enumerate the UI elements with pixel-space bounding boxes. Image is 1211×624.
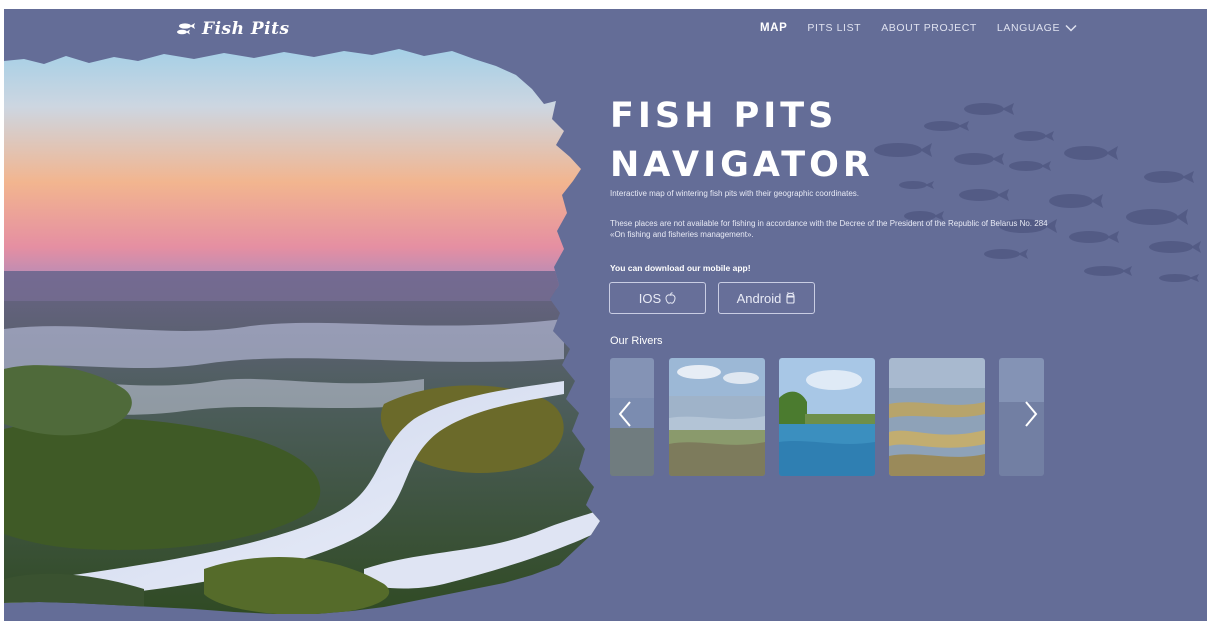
page-frame: Fish Pits MAP PITS LIST ABOUT PROJECT LA… <box>4 9 1207 621</box>
chevron-right-icon <box>1025 401 1038 427</box>
rivers-carousel <box>610 358 1044 476</box>
nav-about-project[interactable]: ABOUT PROJECT <box>881 22 977 34</box>
nav-language-dropdown[interactable]: LANGUAGE <box>997 22 1077 34</box>
main-nav: MAP PITS LIST ABOUT PROJECT LANGUAGE <box>760 22 1077 34</box>
river-thumbnail-icon <box>779 358 875 476</box>
fish-school-illustration <box>874 103 1201 282</box>
chevron-down-icon <box>1065 24 1077 32</box>
logo-text: Fish Pits <box>202 19 290 39</box>
fishing-notice: These places are not available for fishi… <box>610 219 1048 239</box>
river-card-active[interactable] <box>779 358 875 476</box>
download-app-label: You can download our mobile app! <box>610 263 751 273</box>
hero-title: FISH PITS NAVIGATOR <box>610 92 874 190</box>
river-card[interactable] <box>889 358 985 476</box>
hero-title-line1: FISH PITS <box>610 96 838 136</box>
apple-icon <box>665 292 676 304</box>
river-card[interactable] <box>669 358 765 476</box>
hero-title-line2: NAVIGATOR <box>610 145 874 185</box>
nav-pits-list[interactable]: PITS LIST <box>807 22 861 34</box>
carousel-next-arrow[interactable] <box>1018 394 1044 434</box>
our-rivers-title: Our Rivers <box>610 335 663 347</box>
carousel-prev-arrow[interactable] <box>612 394 638 434</box>
android-download-button[interactable]: Android <box>718 282 815 314</box>
river-thumbnail-icon <box>889 358 985 476</box>
fish-logo-icon <box>177 23 195 35</box>
android-button-label: Android <box>736 290 782 306</box>
hero-subtitle: Interactive map of wintering fish pits w… <box>610 189 860 198</box>
ios-button-label: IOS <box>638 290 662 306</box>
language-label: LANGUAGE <box>996 22 1061 34</box>
site-logo[interactable]: Fish Pits <box>176 17 290 41</box>
android-icon <box>786 291 795 304</box>
chevron-left-icon <box>618 401 631 427</box>
ios-download-button[interactable]: IOS <box>609 282 706 314</box>
river-thumbnail-icon <box>669 358 765 476</box>
nav-map[interactable]: MAP <box>760 22 787 34</box>
